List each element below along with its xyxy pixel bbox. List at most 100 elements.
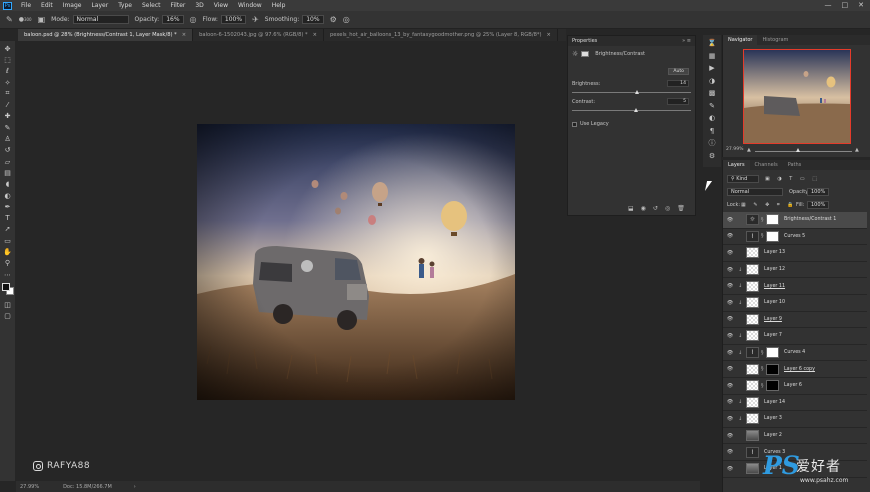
navigator-zoom-thumb[interactable]	[796, 148, 800, 152]
pressure-size-icon[interactable]: ◎	[343, 15, 350, 24]
swatches-icon[interactable]: ▩	[709, 87, 716, 100]
visibility-eye-icon[interactable]: 👁	[726, 449, 734, 455]
minimize-button[interactable]: —	[825, 1, 832, 9]
visibility-eye-icon[interactable]: 👁	[726, 399, 734, 405]
close-icon[interactable]: ×	[182, 32, 186, 38]
close-icon[interactable]: ×	[546, 32, 550, 38]
info-icon[interactable]: ⓘ	[709, 137, 716, 150]
layer-filter-icons[interactable]: ▣ ◑ T ▭ ⬚	[765, 176, 820, 182]
tab-pexels-png[interactable]: pexels_hot_air_balloons_13_by_fantasygoo…	[324, 29, 558, 41]
visibility-eye-icon[interactable]: 👁	[726, 366, 734, 372]
visibility-eye-icon[interactable]: 👁	[726, 217, 734, 223]
layer-thumbnail[interactable]	[746, 313, 759, 325]
use-legacy-checkbox[interactable]	[572, 122, 577, 127]
hand-icon[interactable]: ✋	[2, 246, 13, 257]
tab-baloon-psd[interactable]: baloon.psd @ 28% (Brightness/Contrast 1,…	[18, 29, 194, 41]
layer-row[interactable]: 👁 ↓ ⌇ § Curves 4	[723, 345, 867, 362]
view-previous-icon[interactable]: ◉	[641, 205, 646, 212]
visibility-eye-icon[interactable]: 👁	[726, 333, 734, 339]
visibility-eye-icon[interactable]: 👁	[726, 283, 734, 289]
contrast-slider[interactable]	[572, 110, 691, 111]
layer-thumbnail[interactable]: ⌇	[746, 347, 759, 359]
visibility-eye-icon[interactable]: 👁	[726, 416, 734, 422]
contrast-field[interactable]: 5	[667, 98, 689, 105]
brushes-icon[interactable]: ▦	[709, 50, 716, 63]
layer-name[interactable]: Brightness/Contrast 1	[784, 217, 836, 222]
visibility-eye-icon[interactable]: 👁	[726, 433, 734, 439]
foreground-color-swatch[interactable]	[1, 283, 10, 292]
layer-name[interactable]: Layer 12	[764, 267, 785, 272]
layer-name[interactable]: Curves 5	[784, 234, 805, 239]
layer-name[interactable]: Layer 6 copy	[784, 367, 815, 372]
color-swatches[interactable]	[1, 283, 14, 296]
menu-file[interactable]: File	[16, 2, 36, 9]
history-icon[interactable]: ⌛	[708, 37, 717, 50]
menu-help[interactable]: Help	[267, 2, 291, 9]
status-zoom[interactable]: 27.99%	[20, 484, 39, 490]
tab-layers[interactable]: Layers	[723, 160, 750, 170]
navigator-preview[interactable]	[743, 49, 851, 144]
menu-image[interactable]: Image	[58, 2, 87, 9]
layer-thumbnail[interactable]	[746, 247, 759, 259]
layer-name[interactable]: Curves 4	[784, 350, 805, 355]
layer-name[interactable]: Layer 9	[764, 317, 782, 322]
quick-mask-icon[interactable]: ◫	[2, 299, 13, 310]
layer-row[interactable]: 👁 ⌇ § Curves 5	[723, 229, 867, 246]
layer-row[interactable]: 👁 ↓ Layer 11	[723, 278, 867, 295]
move-icon[interactable]: ✥	[2, 43, 13, 54]
layer-thumbnail[interactable]: ⌇	[746, 446, 759, 458]
tab-channels[interactable]: Channels	[750, 162, 783, 168]
history-brush-icon[interactable]: ↺	[2, 145, 13, 156]
type-icon[interactable]: T	[2, 212, 13, 223]
tab-baloon-jpg[interactable]: baloon-6-1502043.jpg @ 97.6% (RGB/8) * ×	[193, 29, 324, 41]
layer-thumbnail[interactable]: ⌇	[746, 230, 759, 242]
visibility-eye-icon[interactable]: 👁	[726, 466, 734, 472]
layer-name[interactable]: Layer 3	[764, 416, 782, 421]
tab-paths[interactable]: Paths	[783, 162, 807, 168]
layer-thumbnail[interactable]: ☼	[746, 214, 759, 226]
brush-settings-icon[interactable]: ▣	[38, 15, 46, 24]
reset-icon[interactable]: ↺	[653, 205, 658, 212]
layer-row[interactable]: 👁 § Layer 6	[723, 378, 867, 395]
tab-navigator[interactable]: Navigator	[723, 35, 758, 45]
airbrush-icon[interactable]: ✈	[252, 15, 259, 24]
contrast-slider-thumb[interactable]	[634, 108, 638, 112]
blur-icon[interactable]: ◖	[2, 179, 13, 190]
status-arrow-icon[interactable]: ›	[134, 484, 136, 490]
healing-icon[interactable]: ✚	[2, 111, 13, 122]
layer-name[interactable]: Layer 14	[764, 400, 785, 405]
layer-row[interactable]: 👁 Layer 2	[723, 428, 867, 445]
menu-3d[interactable]: 3D	[190, 2, 208, 9]
flow-field[interactable]: 100%	[220, 15, 247, 24]
smoothing-field[interactable]: 10%	[302, 15, 324, 24]
navigator-zoom-slider[interactable]	[755, 151, 852, 152]
layer-opacity-field[interactable]: 100%	[807, 188, 829, 196]
brightness-slider-thumb[interactable]	[635, 90, 639, 94]
actions-icon[interactable]: ▶	[709, 62, 714, 75]
trash-icon[interactable]: 🗑	[677, 205, 685, 212]
layer-name[interactable]: Layer 7	[764, 333, 782, 338]
tab-histogram[interactable]: Histogram	[757, 37, 793, 43]
layer-row[interactable]: 👁 ↓ Layer 12	[723, 262, 867, 279]
shape-icon[interactable]: ▭	[2, 235, 13, 246]
layer-mask-thumbnail[interactable]	[766, 214, 779, 226]
pen-icon[interactable]: ✒	[2, 201, 13, 212]
dodge-icon[interactable]: ◐	[2, 190, 13, 201]
brush-settings-icon[interactable]: ✎	[709, 100, 715, 113]
visibility-eye-icon[interactable]: 👁	[726, 383, 734, 389]
mode-select[interactable]: Normal	[72, 15, 129, 24]
layer-row[interactable]: 👁 ☼ § Brightness/Contrast 1	[723, 212, 867, 229]
layer-thumbnail[interactable]	[746, 463, 759, 475]
layer-row[interactable]: 👁 ↓ Layer 3	[723, 411, 867, 428]
stamp-icon[interactable]: ♙	[2, 133, 13, 144]
brush-tool-icon[interactable]: ✎	[6, 15, 13, 24]
zoom-icon[interactable]: ⚲	[2, 258, 13, 269]
layer-name[interactable]: Layer 6	[784, 383, 802, 388]
layer-row[interactable]: 👁 ↓ Layer 7	[723, 328, 867, 345]
layer-name[interactable]: Layer 13	[764, 250, 785, 255]
gear-icon[interactable]: ⚙	[330, 15, 337, 24]
eraser-icon[interactable]: ▱	[2, 156, 13, 167]
filter-kind-select[interactable]: ⚲ Kind	[727, 175, 759, 183]
layer-row[interactable]: 👁 Layer 9	[723, 312, 867, 329]
visibility-eye-icon[interactable]: 👁	[726, 316, 734, 322]
